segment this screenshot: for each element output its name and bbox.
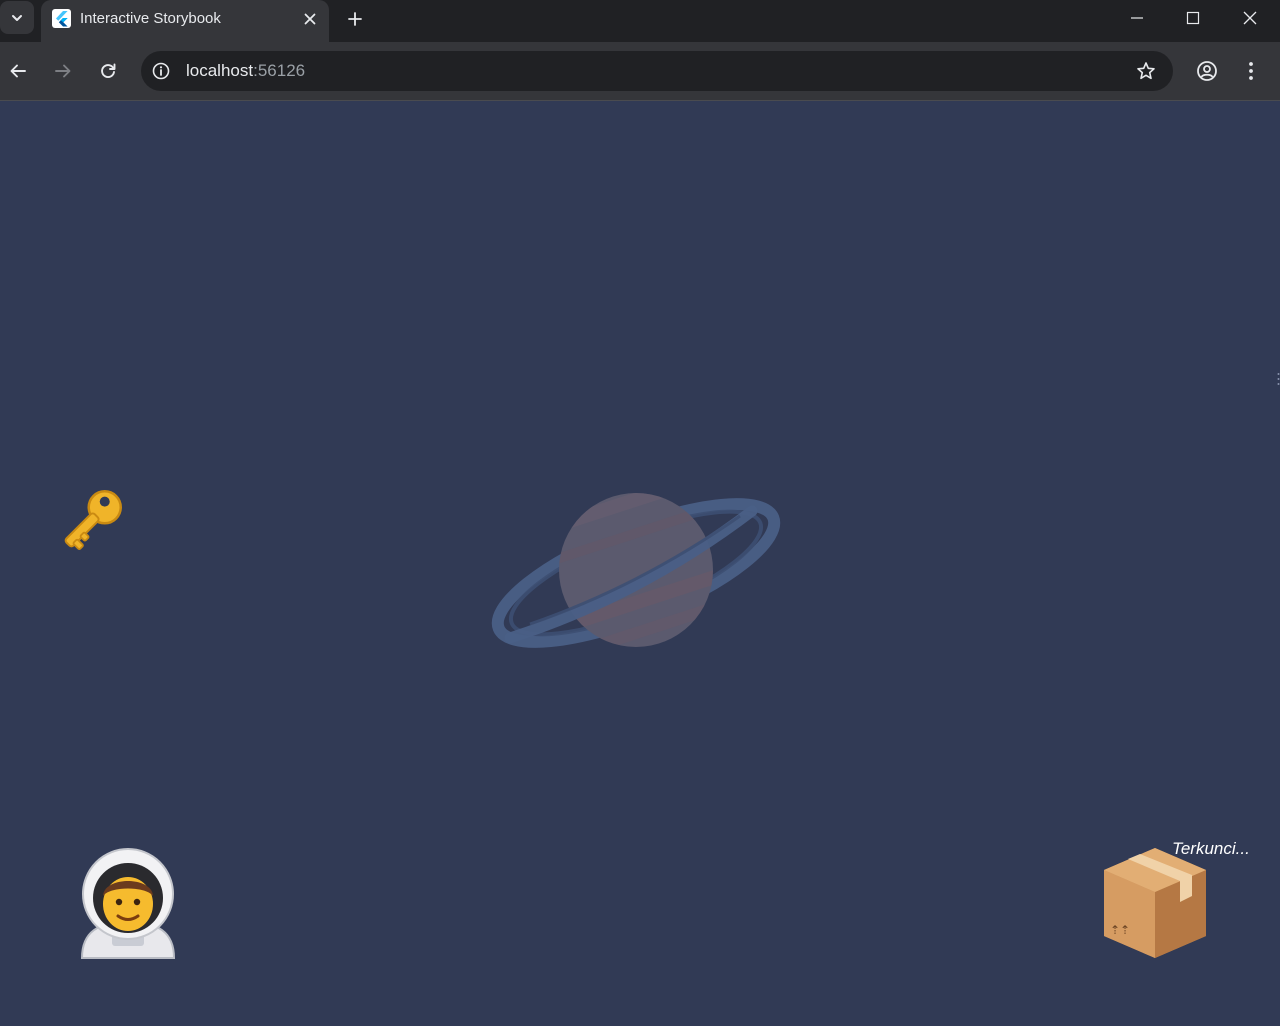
browser-window: Interactive Storybook localhost:56126 ⇡⇡…: [0, 0, 1280, 1026]
reload-button[interactable]: [95, 58, 121, 84]
close-window-button[interactable]: [1236, 6, 1264, 30]
address-bar[interactable]: localhost:56126: [141, 51, 1173, 91]
browser-toolbar: localhost:56126: [0, 42, 1280, 101]
url-port: :56126: [253, 61, 306, 80]
profile-icon: [1197, 61, 1217, 81]
tab-strip: Interactive Storybook: [0, 0, 1280, 42]
back-button[interactable]: [5, 58, 31, 84]
box-status-label: Terkunci...: [1172, 839, 1250, 858]
site-info-button[interactable]: [151, 61, 171, 81]
maximize-button[interactable]: [1179, 6, 1207, 30]
key-icon[interactable]: [52, 481, 132, 559]
info-icon: [152, 62, 170, 80]
minimize-icon: [1131, 17, 1143, 19]
close-icon: [304, 13, 316, 25]
story-scene: ⇡⇡ Terkunci...: [0, 101, 1280, 1026]
url-host: localhost: [186, 61, 254, 80]
url-text: localhost:56126: [186, 61, 305, 81]
arrow-right-icon: [55, 64, 71, 78]
flutter-logo-icon: [52, 9, 71, 28]
bookmark-button[interactable]: [1135, 60, 1157, 82]
close-icon: [1243, 11, 1257, 25]
reload-icon: [101, 63, 116, 78]
tab-close-button[interactable]: [301, 10, 319, 28]
svg-text:⇡⇡: ⇡⇡: [1110, 923, 1130, 937]
arrow-left-icon: [10, 64, 26, 78]
package-box-icon[interactable]: ⇡⇡: [1100, 844, 1210, 960]
star-icon: [1137, 62, 1155, 80]
ringed-planet-icon[interactable]: [490, 486, 782, 656]
chevron-down-icon: [12, 14, 22, 21]
browser-menu-button[interactable]: [1238, 58, 1264, 84]
kebab-menu-icon: [1249, 62, 1253, 80]
active-tab[interactable]: Interactive Storybook: [41, 0, 329, 42]
plus-icon: [348, 12, 362, 26]
profile-button[interactable]: [1194, 58, 1220, 84]
maximize-icon: [1186, 11, 1200, 25]
minimize-button[interactable]: [1123, 6, 1151, 30]
tab-title: Interactive Storybook: [80, 10, 221, 27]
forward-button[interactable]: [50, 58, 76, 84]
new-tab-button[interactable]: [343, 7, 367, 31]
astronaut-icon[interactable]: [76, 846, 180, 960]
tab-search-button[interactable]: [0, 1, 34, 34]
